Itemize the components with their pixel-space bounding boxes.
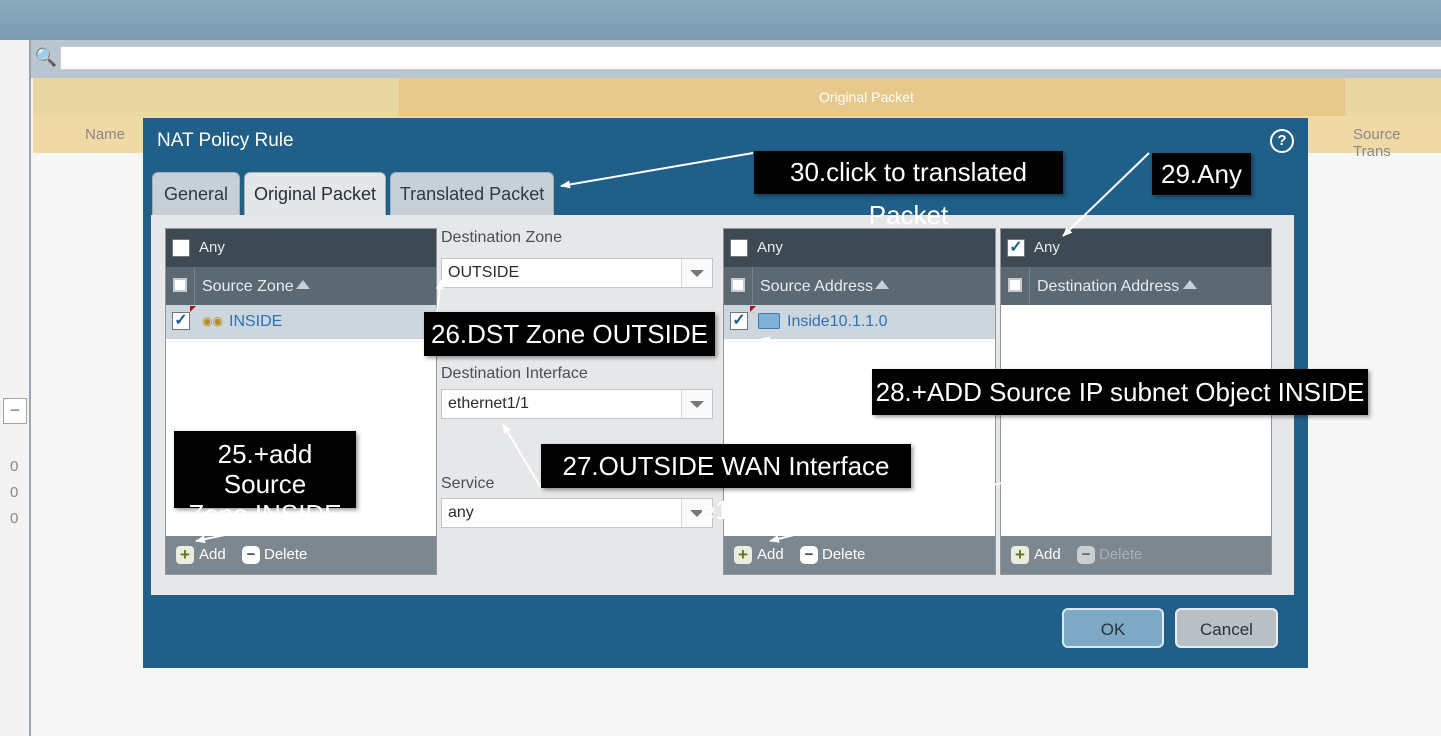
arrow-27 <box>502 423 542 489</box>
callout-27: 27.OUTSIDE WAN Interface e1/1 <box>541 444 911 525</box>
callout-28: 28.+ADD Source IP subnet Object INSIDE L… <box>872 369 1368 453</box>
callout-29: 29.Any <box>1152 153 1251 195</box>
arrow-25-to-source-zone <box>177 339 200 433</box>
callout-25-line2: Zone INSIDE <box>188 499 342 529</box>
arrow-26 <box>435 279 444 313</box>
callout-25: 25.+add Source Zone INSIDE <box>174 431 356 529</box>
arrow-29 <box>1062 152 1150 237</box>
callout-26: 26.DST Zone OUTSIDE <box>424 312 715 356</box>
callout-25-line1: 25.+add Source <box>217 439 313 499</box>
arrow-28-to-address <box>760 336 944 367</box>
annotation-arrows <box>177 152 1266 544</box>
arrow-30 <box>560 152 754 189</box>
callout-30: 30.click to translated Packet <box>754 151 1063 230</box>
